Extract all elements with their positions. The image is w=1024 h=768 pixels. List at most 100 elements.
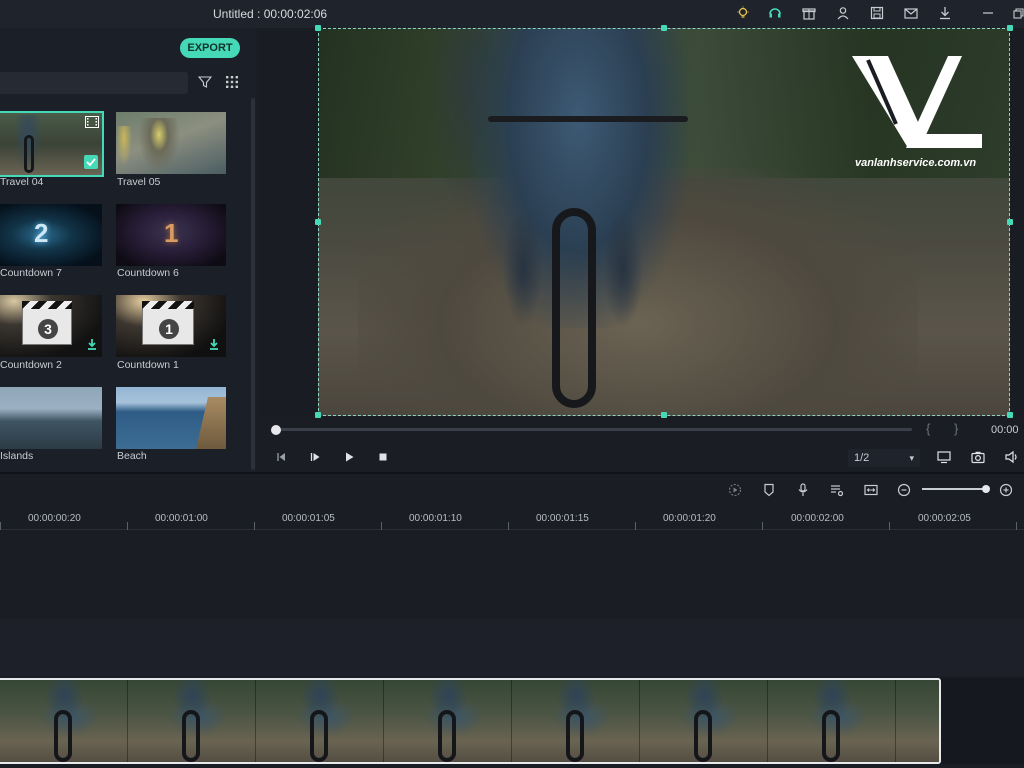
media-item-label: Countdown 6 [117,267,179,279]
media-item-label: Travel 05 [117,176,161,188]
ruler-tick [127,522,128,530]
media-item-countdown-6[interactable]: 1 [116,204,226,266]
media-item-travel-05[interactable] [116,112,226,174]
ruler-tick-label: 00:00:00:20 [28,513,81,524]
filter-icon[interactable] [197,75,213,89]
ruler-tick [889,522,890,530]
media-item-label: Countdown 1 [117,359,179,371]
play-icon[interactable] [341,449,357,465]
resize-handle[interactable] [315,219,321,225]
mic-icon[interactable] [795,482,811,498]
media-item-label: Countdown 2 [0,359,62,371]
headset-icon[interactable] [767,5,783,21]
restore-icon[interactable] [1010,5,1024,21]
film-icon [85,116,99,128]
media-item-countdown-7[interactable]: 2 [0,204,102,266]
zoom-slider-track[interactable] [922,488,988,490]
watermark-text: vanlanhservice.com.vn [855,157,977,169]
resize-handle[interactable] [661,25,667,31]
fit-icon[interactable] [863,482,879,498]
snapshot-icon[interactable] [970,449,986,465]
timeline-ruler[interactable] [0,508,1024,530]
clip-thumbnail-frame [128,680,256,762]
media-item-label: Countdown 7 [0,267,62,279]
ruler-tick-label: 00:00:01:20 [663,513,716,524]
ruler-tick [508,522,509,530]
ruler-tick [381,522,382,530]
resize-handle[interactable] [1007,25,1013,31]
clip-thumbnail-frame [896,680,939,762]
voiceover-icon[interactable] [829,482,845,498]
media-search-input[interactable] [0,72,188,94]
stop-icon[interactable] [375,449,391,465]
ruler-tick [0,522,1,530]
clip-thumbnail-frame [0,680,128,762]
checkmark-icon [84,155,98,169]
zoom-out-icon[interactable] [896,482,912,498]
clip-thumbnail-frame [512,680,640,762]
timeline-track-empty [941,678,1024,764]
marker-icon[interactable] [761,482,777,498]
mark-out-button[interactable]: } [954,421,958,436]
media-item-label: Beach [117,450,147,462]
ruler-tick-label: 00:00:01:15 [536,513,589,524]
ruler-tick-label: 00:00:02:00 [791,513,844,524]
media-item-label: Travel 04 [0,176,44,188]
download-icon[interactable] [208,337,220,355]
ruler-tick [254,522,255,530]
media-item-countdown-1[interactable]: 1 [116,295,226,357]
gift-icon[interactable] [801,5,817,21]
countdown-number: 1 [164,218,179,248]
chevron-down-icon: ▾ [909,453,914,463]
play-step-icon[interactable] [307,449,323,465]
resize-handle[interactable] [661,412,667,418]
media-item-countdown-2[interactable]: 3 [0,295,102,357]
mail-icon[interactable] [903,5,919,21]
resize-handle[interactable] [1007,412,1013,418]
prev-frame-icon[interactable] [273,449,289,465]
current-time: 00:00 [991,424,1019,436]
media-item-islands[interactable] [0,387,102,449]
export-button[interactable]: EXPORT [180,38,240,58]
grid-view-icon[interactable] [225,75,239,89]
resize-handle[interactable] [1007,219,1013,225]
media-item-label: Islands [0,450,34,462]
title-bar: Untitled : 00:00:02:06 [0,0,1024,28]
mark-in-button[interactable]: { [926,421,930,436]
clip-thumbnail-frame [640,680,768,762]
timeline-track-empty[interactable] [0,618,1024,676]
ruler-tick-label: 00:00:02:05 [918,513,971,524]
render-icon[interactable] [727,482,743,498]
media-item-beach[interactable] [116,387,226,449]
resize-handle[interactable] [315,412,321,418]
zoom-slider-knob[interactable] [982,485,990,493]
minimize-icon[interactable] [980,5,996,21]
monitor-icon[interactable] [936,449,952,465]
volume-icon[interactable] [1004,449,1020,465]
brand-logo [848,52,988,172]
countdown-number: 2 [34,218,49,248]
playback-progress-bar[interactable] [276,428,912,431]
clip-thumbnail-frame [256,680,384,762]
timeline-track-empty[interactable] [0,531,1024,617]
scale-value: 1/2 [854,452,870,464]
save-icon[interactable] [869,5,885,21]
download-icon[interactable] [86,337,98,355]
ruler-tick [1016,522,1017,530]
zoom-in-icon[interactable] [998,482,1014,498]
account-icon[interactable] [835,5,851,21]
preview-scale-select[interactable]: 1/2 ▾ [848,449,920,467]
clip-thumbnail-frame [384,680,512,762]
media-panel-scrollbar[interactable] [251,98,255,470]
ruler-tick-label: 00:00:01:05 [282,513,335,524]
ruler-tick [762,522,763,530]
resize-handle[interactable] [315,25,321,31]
countdown-number: 3 [38,319,58,339]
download-icon[interactable] [937,5,953,21]
countdown-number: 1 [159,319,179,339]
bulb-icon[interactable] [735,5,751,21]
playhead-knob[interactable] [271,425,281,435]
ruler-tick [635,522,636,530]
media-item-travel-04[interactable] [0,111,104,177]
video-clip[interactable] [0,678,941,764]
